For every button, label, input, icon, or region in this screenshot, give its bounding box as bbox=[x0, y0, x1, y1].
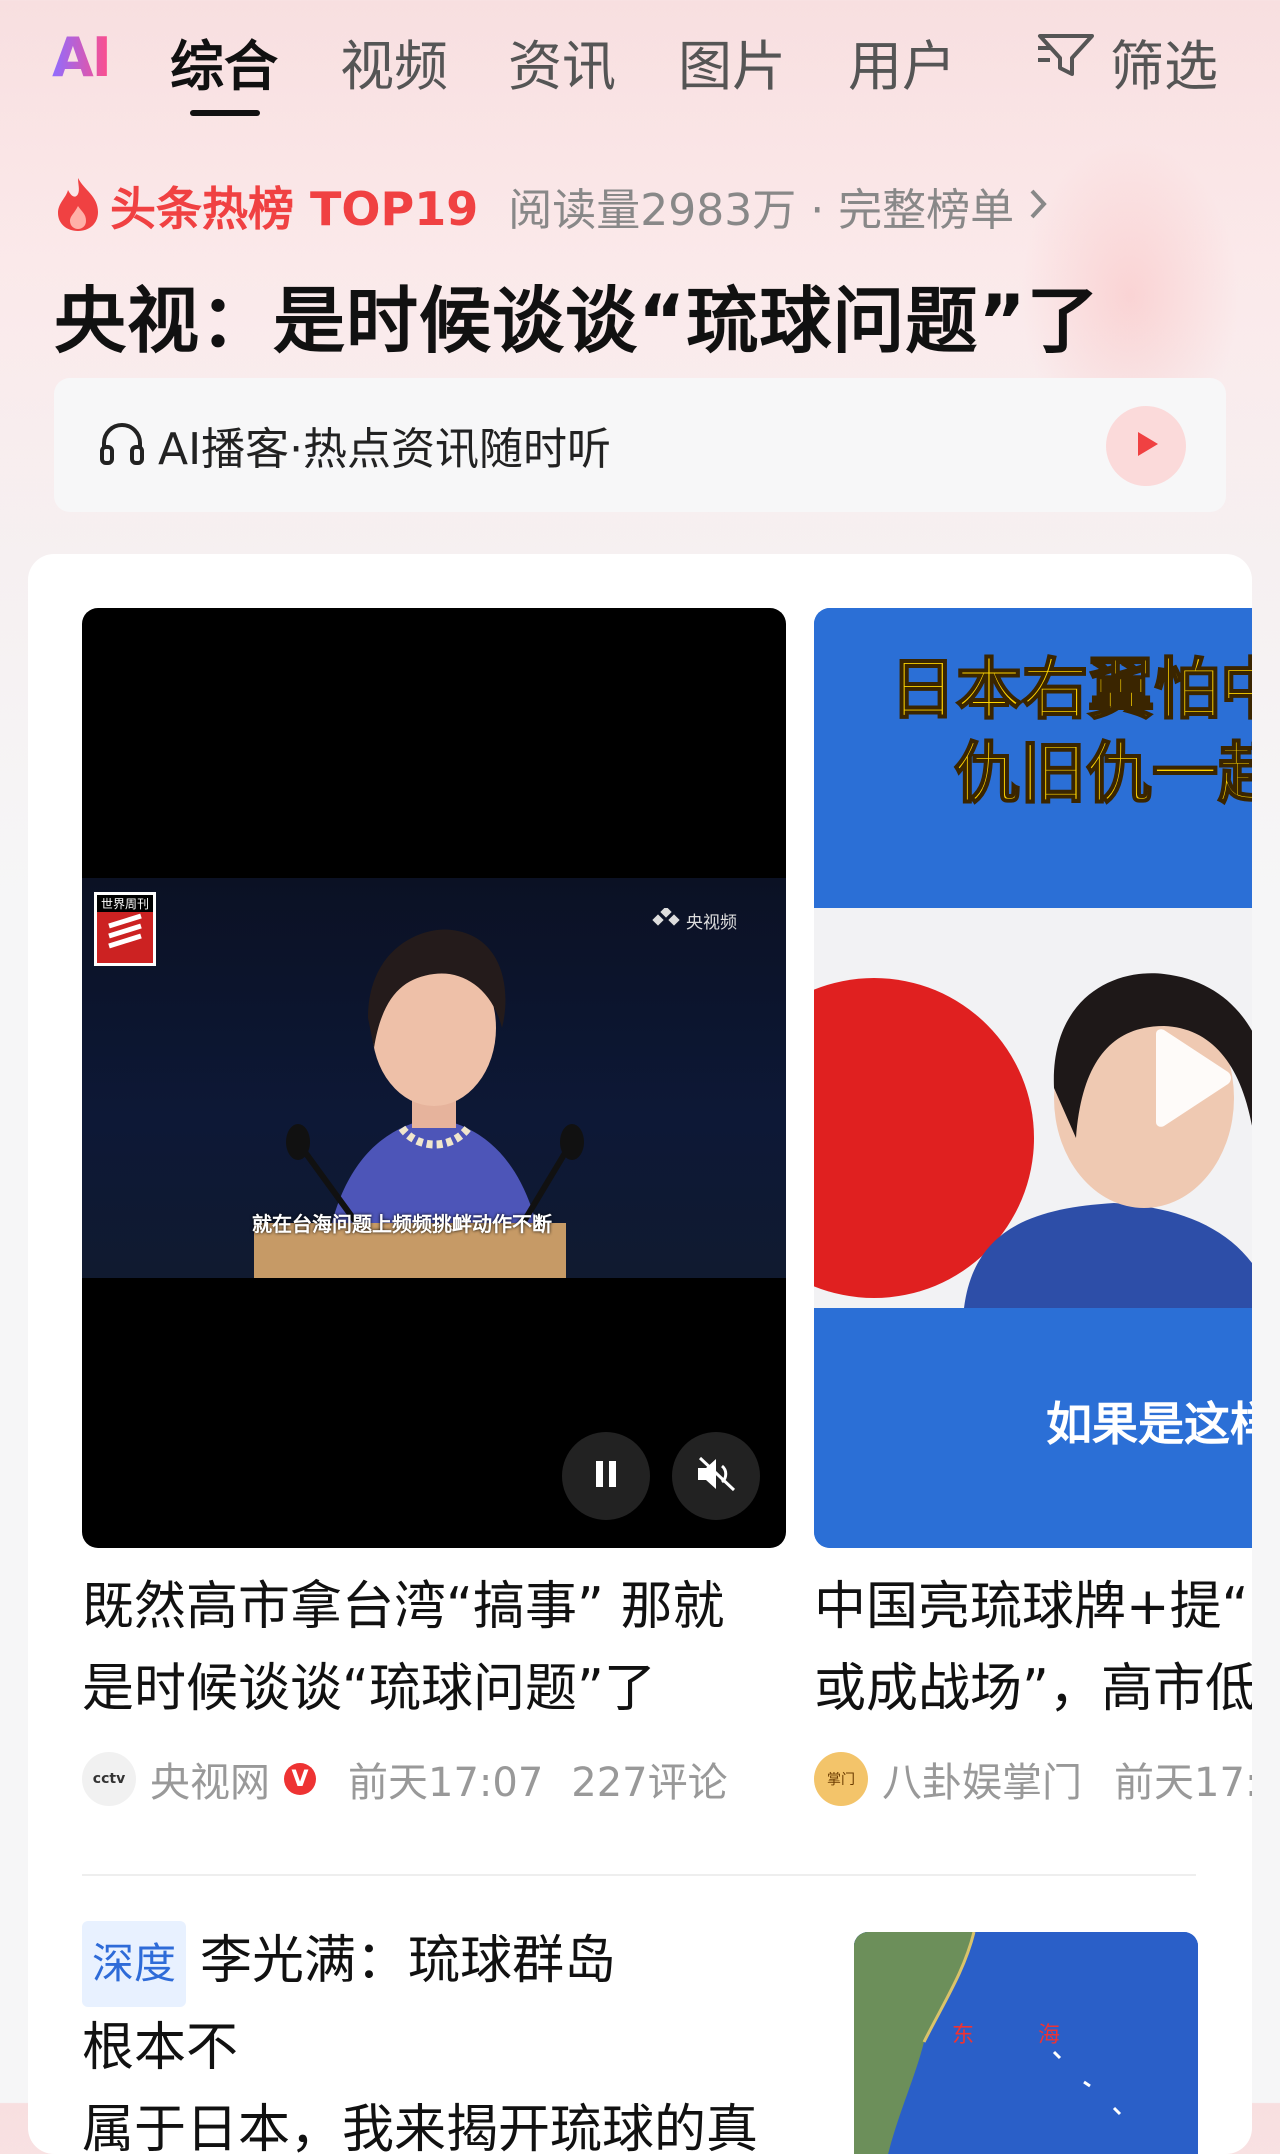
verified-badge-icon: V bbox=[284, 1763, 316, 1795]
thumbnail-caption: 如果是这样 bbox=[1046, 1397, 1252, 1451]
hot-meta-text: 阅读量2983万 · 完整榜单 bbox=[508, 185, 1015, 236]
video-title[interactable]: 既然高市拿台湾“搞事” 那就 是时候谈谈“琉球问题”了 bbox=[82, 1566, 786, 1730]
chevron-right-icon bbox=[1028, 181, 1048, 232]
filter-button[interactable]: 筛选 bbox=[1036, 22, 1218, 101]
tab-users[interactable]: 用户 bbox=[848, 22, 956, 101]
pause-button[interactable] bbox=[562, 1432, 650, 1520]
muted-speaker-icon bbox=[694, 1454, 738, 1498]
article-title: 深度 李光满：琉球群岛根本不 属于日本，我来揭开琉球的真 bbox=[82, 1920, 759, 2154]
banner-text: 日本右翼怕中 bbox=[889, 650, 1252, 729]
article-item[interactable]: 深度 李光满：琉球群岛根本不 属于日本，我来揭开琉球的真 bbox=[82, 1920, 759, 2154]
video-card[interactable]: 日本右翼怕中 仇旧仇一起 如果是这样 中国亮琉球牌+提“ 或成战场”，高市低 bbox=[814, 608, 1252, 1808]
podcast-label: AI播客·热点资讯随时听 bbox=[158, 424, 612, 475]
filter-icon bbox=[1036, 30, 1096, 93]
active-tab-indicator bbox=[190, 110, 260, 116]
play-icon[interactable] bbox=[1144, 1028, 1234, 1132]
podcast-play-button[interactable] bbox=[1106, 406, 1186, 486]
program-logo: 世界周刊 bbox=[94, 892, 156, 966]
video-meta: cctv 央视网 V 前天17:07 227评论 bbox=[82, 1750, 786, 1808]
tab-comprehensive[interactable]: 综合 bbox=[170, 22, 278, 101]
comment-count[interactable]: 227评论 bbox=[571, 1750, 727, 1808]
video-card[interactable]: 世界周刊 央视频 就在台海问题上频频挑衅动作不断 既然高市拿台湾“搞事” 那就 … bbox=[82, 608, 786, 1808]
pause-icon bbox=[590, 1457, 622, 1495]
hot-list-header[interactable]: 头条热榜 TOP19 阅读量2983万 · 完整榜单 bbox=[54, 176, 1048, 236]
divider bbox=[82, 1874, 1196, 1876]
thumbnail-caption-bar: 如果是这样 bbox=[814, 1308, 1252, 1548]
video-thumbnail[interactable]: 日本右翼怕中 仇旧仇一起 如果是这样 bbox=[814, 608, 1252, 1548]
tab-images[interactable]: 图片 bbox=[678, 22, 786, 101]
ai-logo[interactable]: AI bbox=[52, 26, 112, 89]
headphones-icon bbox=[98, 419, 146, 471]
video-meta: 掌门 八卦娱掌门 前天17: bbox=[814, 1750, 1252, 1808]
video-title-line: 是时候谈谈“琉球问题”了 bbox=[82, 1659, 656, 1719]
hot-headline[interactable]: 央视：是时候谈谈“琉球问题”了 bbox=[54, 262, 1100, 367]
article-thumbnail-map[interactable]: 东 海 bbox=[854, 1932, 1198, 2154]
svg-text:海: 海 bbox=[1038, 2023, 1060, 2048]
top-navigation: AI 综合 视频 资讯 图片 用户 筛选 bbox=[0, 0, 1280, 130]
hot-read-count: 阅读量2983万 · 完整榜单 bbox=[508, 174, 1048, 238]
video-title-line: 既然高市拿台湾“搞事” 那就 bbox=[82, 1577, 725, 1637]
tab-video[interactable]: 视频 bbox=[340, 22, 448, 101]
video-title-line: 中国亮琉球牌+提“ bbox=[814, 1577, 1249, 1637]
article-tag: 深度 bbox=[82, 1921, 187, 2007]
flame-icon bbox=[54, 176, 102, 236]
video-title[interactable]: 中国亮琉球牌+提“ 或成战场”，高市低 bbox=[814, 1566, 1252, 1730]
banner-text: 仇旧仇一起 bbox=[953, 734, 1252, 813]
mute-button[interactable] bbox=[672, 1432, 760, 1520]
video-title-line: 或成战场”，高市低 bbox=[814, 1659, 1252, 1719]
tab-news[interactable]: 资讯 bbox=[508, 22, 616, 101]
svg-text:东: 东 bbox=[952, 2023, 974, 2048]
play-icon bbox=[1131, 429, 1161, 463]
filter-label: 筛选 bbox=[1110, 35, 1218, 98]
results-card: 世界周刊 央视频 就在台海问题上频频挑衅动作不断 既然高市拿台湾“搞事” 那就 … bbox=[28, 554, 1252, 2154]
source-name[interactable]: 八卦娱掌门 bbox=[882, 1750, 1082, 1808]
video-subtitle: 就在台海问题上频频挑衅动作不断 bbox=[252, 1212, 552, 1236]
diamond-logo-icon bbox=[652, 906, 680, 933]
source-name[interactable]: 央视网 bbox=[150, 1750, 270, 1808]
thumbnail-banner: 日本右翼怕中 仇旧仇一起 bbox=[814, 608, 1252, 908]
video-player[interactable]: 世界周刊 央视频 就在台海问题上频频挑衅动作不断 bbox=[82, 608, 786, 1548]
source-avatar-cctv[interactable]: cctv bbox=[82, 1752, 136, 1806]
hot-rank-tag: 头条热榜 TOP19 bbox=[110, 182, 479, 236]
publish-time: 前天17: bbox=[1114, 1760, 1252, 1806]
ai-podcast-bar[interactable]: AI播客·热点资讯随时听 bbox=[54, 378, 1226, 512]
watermark: 央视频 bbox=[652, 906, 737, 933]
article-title-line: 属于日本，我来揭开琉球的真 bbox=[82, 2100, 759, 2154]
source-avatar[interactable]: 掌门 bbox=[814, 1752, 868, 1806]
publish-time: 前天17:07 bbox=[348, 1760, 544, 1806]
